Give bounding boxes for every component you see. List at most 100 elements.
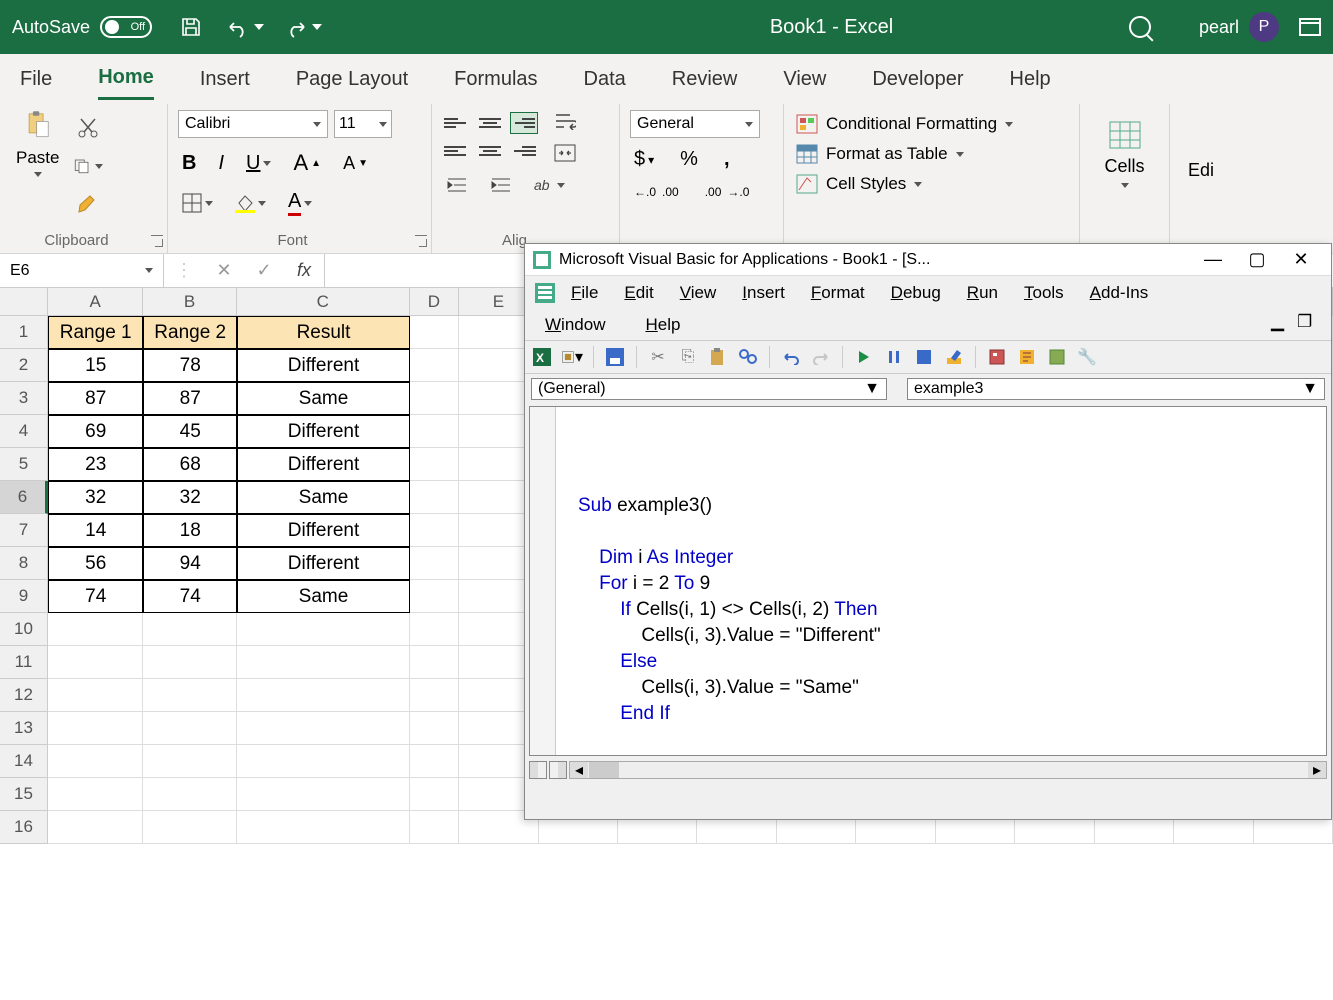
cell-A4[interactable]: 69	[48, 415, 143, 448]
font-name-select[interactable]: Calibri	[178, 110, 328, 138]
cell-A2[interactable]: 15	[48, 349, 143, 382]
cell-B8[interactable]: 94	[143, 547, 237, 580]
cell-C16[interactable]	[237, 811, 410, 844]
vba-menu-window[interactable]: Window	[535, 313, 615, 337]
vba-menu-help[interactable]: Help	[635, 313, 690, 337]
redo-button[interactable]	[284, 16, 322, 38]
vba-project-icon[interactable]	[986, 346, 1008, 368]
vba-save-icon[interactable]	[604, 346, 626, 368]
tab-view[interactable]: View	[783, 60, 826, 99]
tab-data[interactable]: Data	[584, 60, 626, 99]
decrease-indent-button[interactable]	[442, 174, 472, 196]
row-header-4[interactable]: 4	[0, 415, 48, 448]
cell-D15[interactable]	[410, 778, 459, 811]
tab-review[interactable]: Review	[672, 60, 738, 99]
row-header-1[interactable]: 1	[0, 316, 48, 349]
align-mid-left[interactable]	[442, 140, 470, 162]
vba-break-icon[interactable]	[883, 346, 905, 368]
cell-A1[interactable]: Range 1	[48, 316, 143, 349]
cell-C4[interactable]: Different	[237, 415, 410, 448]
vba-hscrollbar[interactable]: ◂ ▸	[569, 761, 1327, 779]
save-icon[interactable]	[176, 12, 206, 42]
align-mid-center[interactable]	[476, 140, 504, 162]
vba-menu-add-ins[interactable]: Add-Ins	[1080, 281, 1159, 305]
row-header-10[interactable]: 10	[0, 613, 48, 646]
cell-B10[interactable]	[143, 613, 237, 646]
merge-center-button[interactable]	[550, 142, 580, 164]
cell-D1[interactable]	[410, 316, 459, 349]
scroll-thumb[interactable]	[589, 762, 619, 778]
vba-child-restore-icon[interactable]: ❐	[1297, 318, 1315, 332]
cell-D16[interactable]	[410, 811, 459, 844]
cell-A8[interactable]: 56	[48, 547, 143, 580]
vba-menu-view[interactable]: View	[670, 281, 727, 305]
cell-D11[interactable]	[410, 646, 459, 679]
decrease-decimal-button[interactable]: .00→.0	[701, 181, 754, 203]
cell-D14[interactable]	[410, 745, 459, 778]
cell-A13[interactable]	[48, 712, 143, 745]
search-icon[interactable]	[1129, 16, 1151, 38]
cell-A11[interactable]	[48, 646, 143, 679]
cell-B11[interactable]	[143, 646, 237, 679]
vba-minimize-icon[interactable]: —	[1191, 249, 1235, 270]
cell-styles-button[interactable]: Cell Styles	[794, 172, 1069, 196]
cell-B15[interactable]	[143, 778, 237, 811]
align-top-right[interactable]	[510, 112, 538, 134]
cell-B1[interactable]: Range 2	[143, 316, 237, 349]
vba-menu-insert[interactable]: Insert	[732, 281, 795, 305]
tab-formulas[interactable]: Formulas	[454, 60, 537, 99]
tab-help[interactable]: Help	[1010, 60, 1051, 99]
cut-icon[interactable]	[73, 114, 103, 142]
cell-C12[interactable]	[237, 679, 410, 712]
vba-menu-run[interactable]: Run	[957, 281, 1008, 305]
vba-view-excel-icon[interactable]: X	[531, 346, 553, 368]
vba-design-icon[interactable]	[943, 346, 965, 368]
tab-developer[interactable]: Developer	[872, 60, 963, 99]
cell-C13[interactable]	[237, 712, 410, 745]
cells-button[interactable]: Cells	[1090, 110, 1159, 188]
cell-B9[interactable]: 74	[143, 580, 237, 613]
col-header-A[interactable]: A	[48, 288, 143, 316]
cell-D12[interactable]	[410, 679, 459, 712]
cell-C5[interactable]: Different	[237, 448, 410, 481]
cancel-formula-icon[interactable]: ⋮	[164, 260, 204, 281]
cell-A5[interactable]: 23	[48, 448, 143, 481]
row-header-9[interactable]: 9	[0, 580, 48, 613]
fx-icon[interactable]: fx	[284, 260, 324, 281]
cell-B13[interactable]	[143, 712, 237, 745]
cell-D5[interactable]	[410, 448, 459, 481]
cell-C6[interactable]: Same	[237, 481, 410, 514]
vba-code-editor[interactable]: Sub example3() Dim i As Integer For i = …	[529, 406, 1327, 756]
vba-redo-icon[interactable]	[810, 346, 832, 368]
user-account[interactable]: pearl P	[1199, 12, 1279, 42]
copy-icon[interactable]	[73, 152, 103, 180]
font-color-button[interactable]: A	[284, 188, 316, 218]
align-mid-right[interactable]	[510, 140, 538, 162]
row-header-14[interactable]: 14	[0, 745, 48, 778]
paste-button[interactable]: Paste	[10, 110, 65, 218]
bold-button[interactable]: B	[178, 150, 200, 177]
scroll-left-icon[interactable]: ◂	[570, 762, 588, 778]
vba-cut-icon[interactable]: ✂	[647, 346, 669, 368]
row-header-8[interactable]: 8	[0, 547, 48, 580]
row-header-15[interactable]: 15	[0, 778, 48, 811]
cell-A6[interactable]: 32	[48, 481, 143, 514]
italic-button[interactable]: I	[214, 150, 228, 177]
vba-full-view-icon[interactable]	[549, 761, 567, 779]
underline-button[interactable]: U	[242, 150, 275, 177]
vba-menu-edit[interactable]: Edit	[614, 281, 663, 305]
cell-C10[interactable]	[237, 613, 410, 646]
vba-properties-icon[interactable]	[1016, 346, 1038, 368]
vba-procedure-view-icon[interactable]	[529, 761, 547, 779]
vba-menu-tools[interactable]: Tools	[1014, 281, 1074, 305]
row-header-5[interactable]: 5	[0, 448, 48, 481]
orientation-button[interactable]: ab	[530, 174, 569, 196]
row-header-16[interactable]: 16	[0, 811, 48, 844]
increase-decimal-button[interactable]: ←.0.00	[630, 181, 683, 203]
cell-B3[interactable]: 87	[143, 382, 237, 415]
vba-insert-icon[interactable]: ▾	[561, 346, 583, 368]
cell-A12[interactable]	[48, 679, 143, 712]
row-header-7[interactable]: 7	[0, 514, 48, 547]
tab-file[interactable]: File	[20, 60, 52, 99]
vba-object-icon[interactable]	[1046, 346, 1068, 368]
